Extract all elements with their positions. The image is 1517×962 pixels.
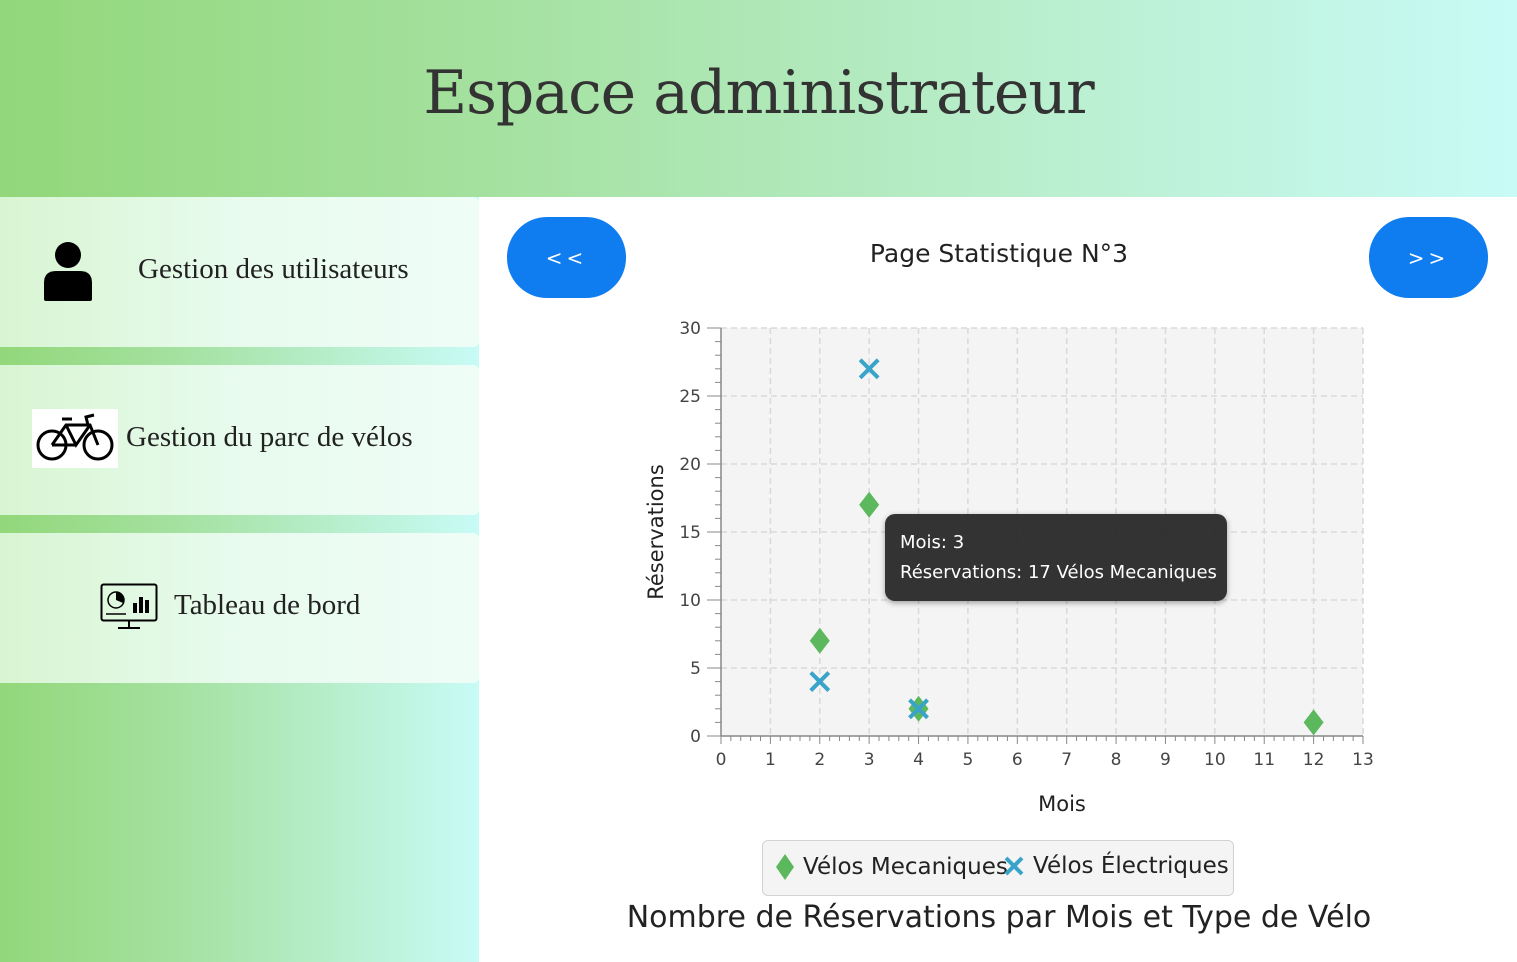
x-tick-label: 8 bbox=[1111, 750, 1122, 770]
tooltip-line-reservations: Réservations: 17 Vélos Mecaniques bbox=[900, 562, 1217, 583]
user-icon bbox=[42, 241, 94, 305]
sidebar-item-bikes[interactable]: Gestion du parc de vélos bbox=[0, 365, 479, 515]
tooltip-line-month: Mois: 3 bbox=[900, 532, 965, 553]
x-axis-label: Mois bbox=[1038, 792, 1086, 816]
legend-item-electriques: Vélos Électriques bbox=[1003, 853, 1229, 879]
y-tick-label: 20 bbox=[679, 455, 701, 475]
x-tick-label: 4 bbox=[913, 750, 924, 770]
x-tick-label: 3 bbox=[864, 750, 875, 770]
x-tick-label: 10 bbox=[1204, 750, 1226, 770]
x-tick-label: 9 bbox=[1160, 750, 1171, 770]
data-point-tooltip: Mois: 3 Réservations: 17 Vélos Mecanique… bbox=[885, 514, 1227, 601]
y-tick-label: 10 bbox=[679, 591, 701, 611]
sidebar-item-label: Tableau de bord bbox=[174, 589, 361, 621]
y-tick-label: 25 bbox=[679, 387, 701, 407]
y-tick-label: 15 bbox=[679, 523, 701, 543]
dashboard-monitor-icon bbox=[100, 583, 158, 635]
page-title: Espace administrateur bbox=[423, 58, 1094, 128]
x-tick-label: 6 bbox=[1012, 750, 1023, 770]
main-panel: << Page Statistique N°3 >> 0 1 2 3 4 5 6 7 8 9 10 1… bbox=[479, 197, 1517, 962]
x-tick-label: 13 bbox=[1352, 750, 1374, 770]
chart-title: Nombre de Réservations par Mois et Type … bbox=[626, 900, 1372, 935]
y-axis-label: Réservations bbox=[644, 464, 668, 600]
sidebar-item-dashboard[interactable]: Tableau de bord bbox=[0, 533, 479, 683]
chart-legend: Vélos Mecaniques Vélos Électriques bbox=[762, 840, 1234, 896]
legend-item-mecaniques: Vélos Mecaniques bbox=[775, 853, 1008, 881]
legend-label: Vélos Électriques bbox=[1033, 853, 1229, 879]
header-bar: Espace administrateur bbox=[0, 0, 1517, 197]
x-tick-label: 11 bbox=[1253, 750, 1275, 770]
sidebar-item-users[interactable]: Gestion des utilisateurs bbox=[0, 197, 479, 347]
sidebar-item-label: Gestion du parc de vélos bbox=[126, 421, 413, 453]
x-tick-label: 2 bbox=[814, 750, 825, 770]
y-tick-label: 30 bbox=[679, 319, 701, 339]
x-tick-label: 12 bbox=[1303, 750, 1325, 770]
y-tick-label: 0 bbox=[690, 727, 701, 747]
x-tick-label: 1 bbox=[765, 750, 776, 770]
diamond-marker-icon bbox=[776, 854, 794, 880]
bicycle-icon bbox=[32, 409, 118, 468]
y-tick-label: 5 bbox=[690, 659, 701, 679]
x-tick-label: 5 bbox=[963, 750, 974, 770]
sidebar: Gestion des utilisateurs Gestion du parc… bbox=[0, 197, 479, 962]
x-tick-label: 7 bbox=[1061, 750, 1072, 770]
sidebar-item-label: Gestion des utilisateurs bbox=[138, 253, 409, 285]
cross-marker-icon bbox=[1004, 856, 1024, 876]
legend-label: Vélos Mecaniques bbox=[803, 854, 1008, 880]
x-tick-label: 0 bbox=[716, 750, 727, 770]
